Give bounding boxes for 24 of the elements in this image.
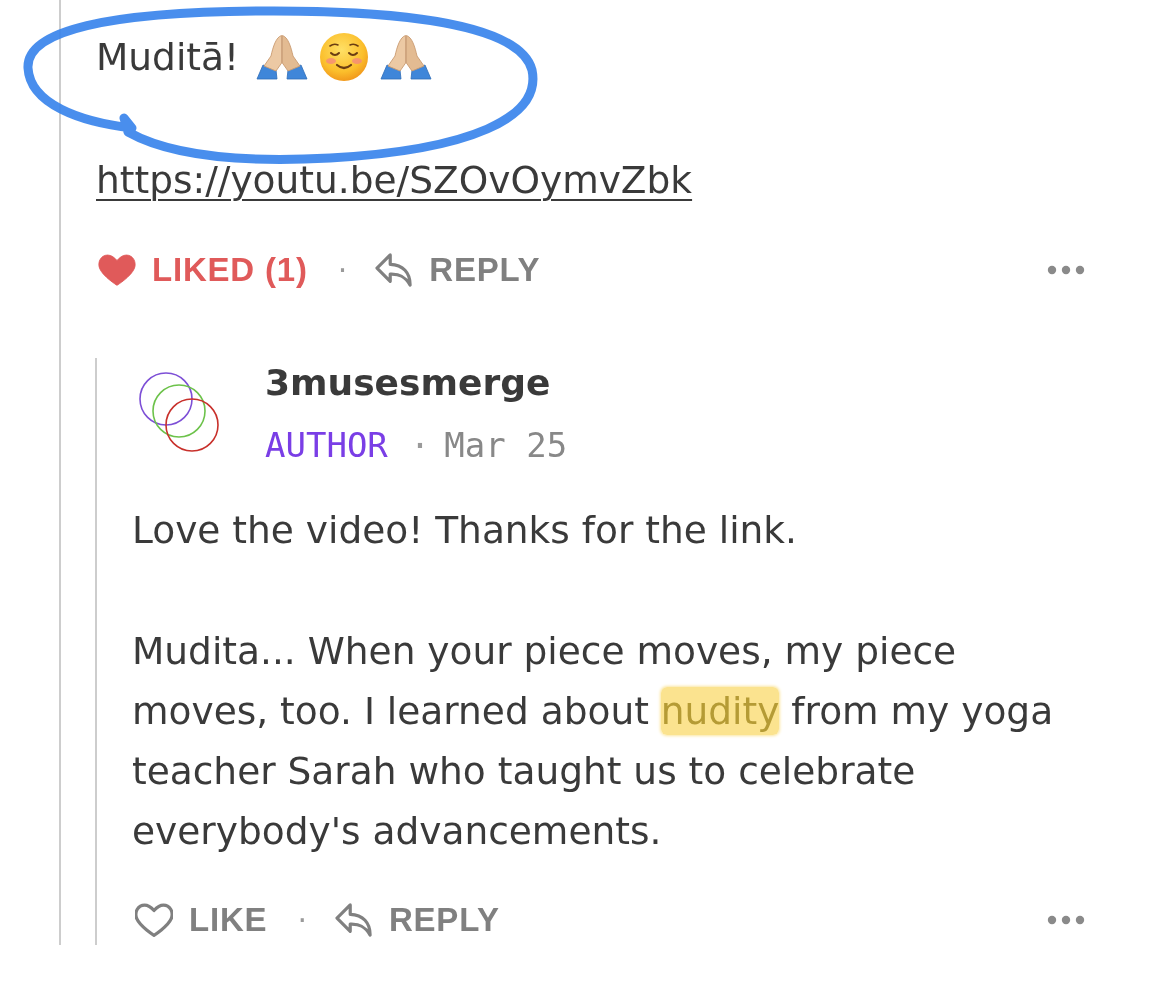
like-button[interactable]: LIKE (135, 901, 268, 939)
author-label: AUTHOR (265, 425, 388, 465)
more-options-icon[interactable] (1047, 265, 1085, 275)
like-button[interactable]: LIKED (1) (98, 251, 308, 289)
reply-icon (334, 903, 373, 937)
comment-date: Mar 25 (444, 425, 568, 465)
separator-dot: · (337, 252, 348, 288)
heart-icon (135, 903, 173, 937)
comment-paragraph: Mudita... When your piece moves, my piece moves, too. I learned about nudity from my yoga teacher Sarah who taught us to celebrate everybody's advancements. (132, 628, 1055, 855)
heart-icon (98, 253, 136, 287)
comment-paragraph: Love the video! Thanks for the link. (132, 507, 798, 554)
reply-button[interactable]: REPLY (375, 251, 541, 289)
author-name[interactable]: 3musesmerge (265, 358, 568, 408)
separator-dot: · (409, 425, 431, 465)
reply-icon (375, 253, 414, 287)
separator-dot: · (297, 902, 307, 938)
more-options-icon[interactable] (1047, 915, 1085, 925)
folded-hands-icon (255, 34, 310, 80)
reply-button[interactable]: REPLY (334, 901, 500, 939)
video-link[interactable]: https://youtu.be/SZOvOymvZbk (96, 150, 693, 210)
overlapping-rings-icon (138, 371, 220, 453)
folded-hands-icon (379, 34, 434, 80)
smiling-face-icon (319, 32, 370, 82)
comment-text: Muditā! (96, 34, 240, 81)
